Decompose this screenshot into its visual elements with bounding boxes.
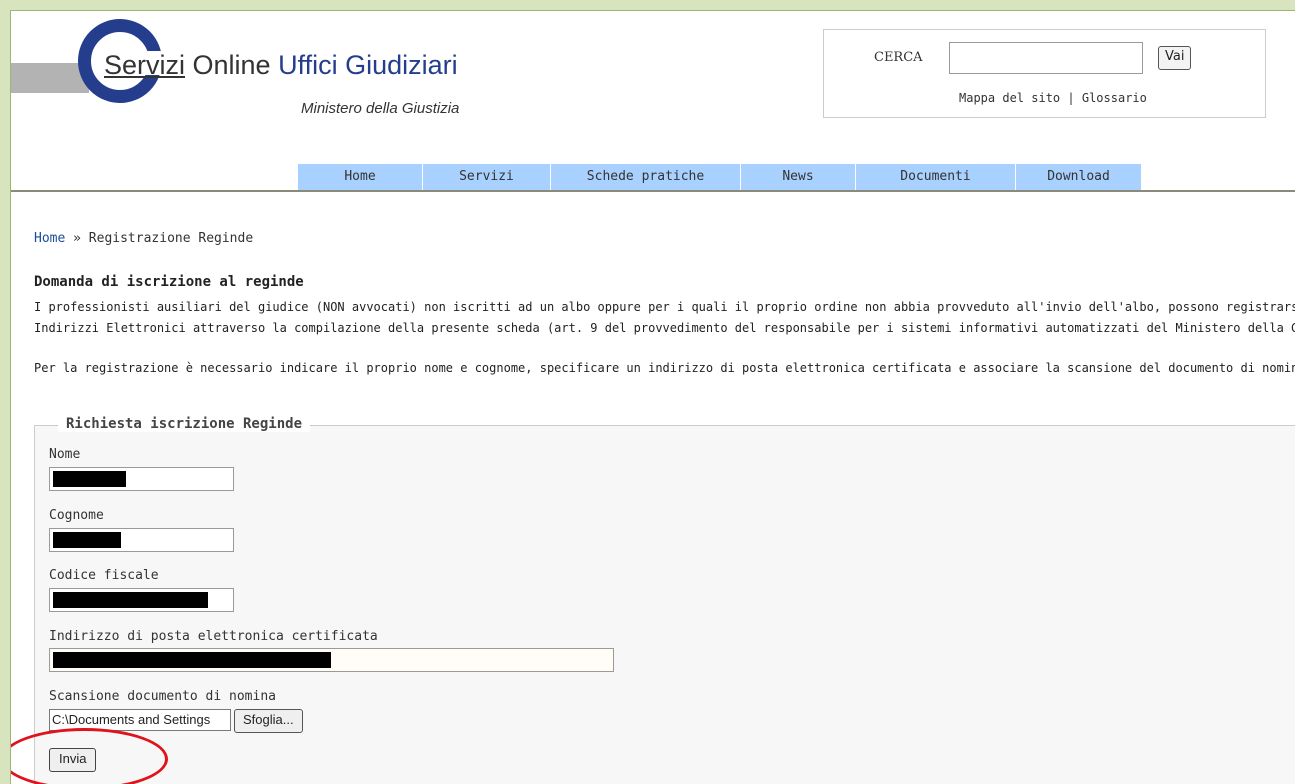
redacted-value (53, 652, 331, 668)
header-divider (11, 190, 1295, 192)
main-nav: Home Servizi Schede pratiche News Docume… (298, 164, 1141, 190)
site-logo[interactable]: Servizi Online Uffici Giudiziari (104, 50, 458, 81)
breadcrumb-current: Registrazione Reginde (88, 231, 254, 246)
redacted-value (53, 471, 126, 487)
pec-label: Indirizzo di posta elettronica certifica… (49, 629, 378, 644)
intro-line-3: Per la registrazione è necessario indica… (34, 361, 1295, 375)
link-separator: | (1067, 91, 1075, 105)
file-label: Scansione documento di nomina (49, 689, 276, 704)
fieldset-legend: Richiesta iscrizione Reginde (58, 416, 311, 432)
logo-bar (11, 63, 89, 93)
nav-item-home[interactable]: Home (298, 164, 423, 190)
pec-email-field[interactable] (49, 648, 614, 672)
breadcrumb-home-link[interactable]: Home (34, 231, 65, 246)
codice-fiscale-field[interactable] (49, 588, 234, 612)
redacted-value (53, 532, 121, 548)
browse-button[interactable]: Sfoglia... (234, 709, 303, 733)
logo-word-servizi: Servizi (104, 50, 186, 80)
search-box: CERCA Vai Mappa del sito | Glossario (823, 29, 1266, 118)
nav-item-news[interactable]: News (741, 164, 856, 190)
search-links: Mappa del sito | Glossario (959, 91, 1147, 105)
nav-item-documenti[interactable]: Documenti (856, 164, 1016, 190)
cognome-field[interactable] (49, 528, 234, 552)
highlight-circle (11, 728, 168, 784)
nome-label: Nome (49, 447, 81, 462)
intro-line-1: I professionisti ausiliari del giudice (… (34, 300, 1295, 314)
logo-subtitle: Ministero della Giustizia (301, 100, 460, 117)
search-submit-button[interactable]: Vai (1158, 46, 1192, 70)
codice-fiscale-label: Codice fiscale (49, 568, 159, 583)
page-frame: Servizi Online Uffici Giudiziari Ministe… (10, 10, 1295, 784)
nav-item-download[interactable]: Download (1016, 164, 1141, 190)
redacted-value (53, 592, 208, 608)
nome-field[interactable] (49, 467, 234, 491)
page-title: Domanda di iscrizione al reginde (34, 274, 304, 290)
nav-item-servizi[interactable]: Servizi (423, 164, 551, 190)
intro-line-2: Indirizzi Elettronici attraverso la comp… (34, 321, 1295, 335)
search-input[interactable] (949, 42, 1143, 74)
breadcrumb: Home » Registrazione Reginde (34, 231, 253, 246)
sitemap-link[interactable]: Mappa del sito (959, 91, 1060, 105)
nav-item-schede-pratiche[interactable]: Schede pratiche (551, 164, 741, 190)
logo-word-online: Online (185, 50, 279, 80)
logo-word-uffici: Uffici Giudiziari (278, 50, 458, 80)
search-label: CERCA (874, 50, 923, 65)
breadcrumb-separator: » (73, 231, 81, 246)
glossary-link[interactable]: Glossario (1082, 91, 1147, 105)
cognome-label: Cognome (49, 508, 104, 523)
